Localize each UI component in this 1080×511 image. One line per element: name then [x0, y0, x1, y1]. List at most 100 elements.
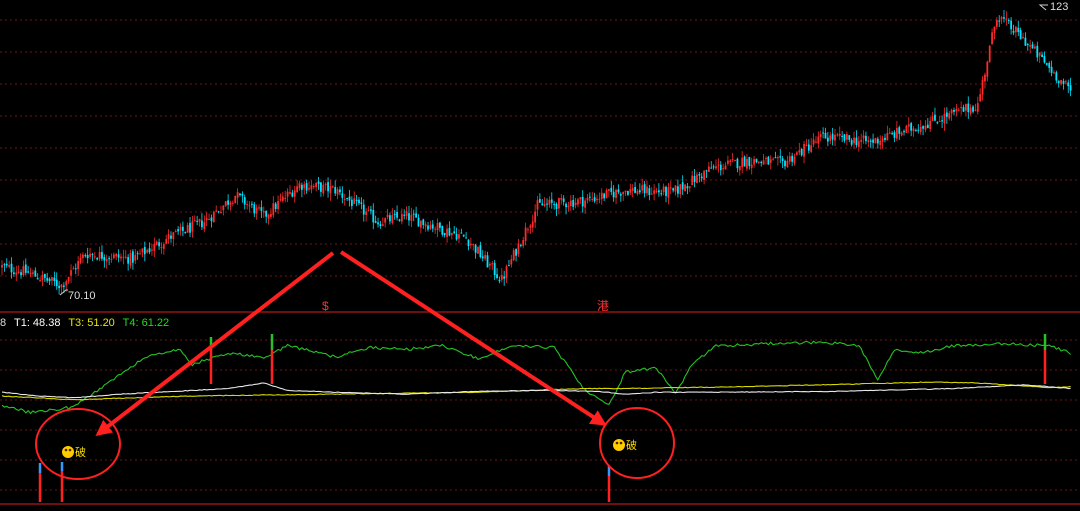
candle-body: [79, 257, 82, 263]
candle-body: [558, 198, 560, 209]
candle-body: [450, 232, 453, 236]
candle-body: [196, 220, 199, 222]
candle-body: [293, 190, 296, 197]
candle-body: [503, 276, 506, 279]
candle-body: [941, 120, 943, 122]
candle-body: [372, 210, 375, 223]
candle-body: [608, 189, 610, 191]
candle-body: [448, 227, 451, 236]
candle-body: [724, 165, 727, 170]
candle-body: [988, 45, 991, 63]
candle-body: [991, 32, 993, 45]
candle-body: [810, 145, 813, 152]
candle-body: [953, 109, 955, 112]
candle-body: [377, 222, 379, 225]
candle-body: [412, 213, 415, 215]
candle-body: [417, 217, 420, 227]
candle-body: [567, 205, 570, 207]
candle-body: [396, 212, 398, 218]
candle-body: [286, 191, 289, 197]
candle-body: [329, 186, 332, 194]
candle-body: [101, 252, 103, 259]
candle-body: [610, 187, 613, 192]
candle-body: [253, 204, 256, 214]
candle-body: [8, 264, 11, 267]
candle-body: [826, 137, 829, 142]
candle-body: [843, 134, 846, 141]
candle-body: [193, 220, 196, 222]
candle-body: [886, 132, 889, 141]
candle-body: [593, 197, 596, 202]
candle-body: [462, 234, 465, 237]
candle-body: [139, 253, 141, 255]
candle-body: [634, 187, 636, 193]
candle-body: [327, 182, 329, 192]
candle-body: [643, 184, 646, 194]
candle-body: [72, 268, 75, 270]
candle-body: [924, 125, 927, 130]
candle-body: [669, 187, 672, 189]
candle-body: [484, 254, 487, 259]
dollar-marker: $: [322, 299, 329, 313]
candle-body: [89, 253, 91, 257]
candle-body: [850, 140, 853, 145]
candle-body: [84, 255, 87, 257]
candle-body: [400, 213, 403, 222]
candle-body: [836, 134, 839, 136]
candle-body: [1031, 44, 1034, 49]
candle-body: [20, 272, 22, 276]
candle-body: [370, 209, 372, 211]
candle-body: [315, 182, 318, 188]
candle-body: [53, 277, 56, 281]
candle-body: [945, 112, 948, 117]
candle-body: [312, 186, 315, 188]
candle-body: [136, 253, 139, 255]
candle-body: [705, 170, 708, 172]
candle-body: [215, 210, 218, 212]
candle-body: [636, 190, 639, 195]
candle-body: [648, 188, 651, 195]
candle-body: [938, 121, 941, 123]
candle-body: [5, 263, 8, 266]
candle-body: [410, 214, 413, 221]
candle-body: [3, 264, 6, 266]
candle-body: [919, 126, 922, 132]
candle-body: [674, 185, 677, 192]
low-price-label: 70.10: [68, 290, 96, 302]
candle-body: [926, 124, 929, 129]
candle-body: [308, 188, 310, 190]
candle-body: [227, 200, 229, 205]
candle-body: [586, 197, 589, 201]
candle-body: [519, 245, 522, 247]
candle-body: [912, 128, 915, 132]
candle-body: [343, 198, 346, 200]
candle-body: [727, 160, 729, 164]
annotation-arrow-left: [95, 251, 335, 436]
candle-body: [667, 187, 670, 198]
candle-body: [950, 109, 953, 114]
candle-body: [995, 20, 998, 27]
candle-body: [672, 188, 675, 191]
candle-body: [815, 141, 817, 143]
candle-body: [127, 257, 130, 264]
candle-body: [538, 199, 541, 203]
candle-body: [493, 262, 496, 276]
candle-body: [781, 158, 784, 161]
candle-body: [922, 126, 924, 129]
candle-body: [605, 190, 608, 199]
indicator-grid: [0, 339, 1080, 491]
candle-body: [755, 158, 758, 163]
candle-body: [867, 140, 870, 143]
candle-body: [824, 132, 827, 139]
candle-body: [474, 244, 477, 253]
candle-body: [220, 211, 222, 213]
candle-body: [688, 186, 691, 188]
candle-body: [469, 244, 472, 246]
candle-body: [884, 137, 886, 140]
candle-body: [177, 229, 180, 232]
candle-body: [260, 207, 263, 211]
candle-body: [58, 285, 61, 289]
candle-body: [731, 159, 734, 161]
candle-body: [243, 197, 246, 205]
candle-body: [550, 199, 553, 203]
